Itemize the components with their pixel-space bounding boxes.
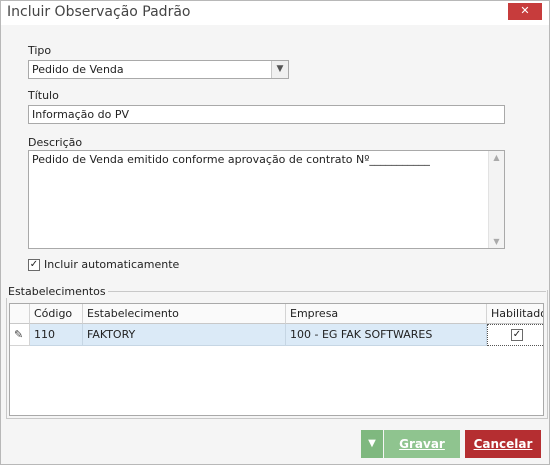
gravar-button[interactable]: Gravar xyxy=(384,430,460,458)
window-title: Incluir Observação Padrão xyxy=(7,4,191,20)
descricao-text: Pedido de Venda emitido conforme aprovaç… xyxy=(32,153,430,166)
titulo-label: Título xyxy=(28,89,59,102)
cancelar-button[interactable]: Cancelar xyxy=(465,430,541,458)
dialog-window: Incluir Observação Padrão ✕ Tipo Pedido … xyxy=(0,0,550,465)
titulo-field-value: Informação do PV xyxy=(32,108,129,121)
pencil-icon: ✎ xyxy=(10,324,30,346)
scroll-up-icon[interactable]: ▲ xyxy=(489,153,504,162)
incluir-automaticamente-label[interactable]: Incluir automaticamente xyxy=(44,258,179,271)
gravar-button-label: Gravar xyxy=(399,437,445,451)
descricao-label: Descrição xyxy=(28,136,83,149)
table-cell-habilitado[interactable]: ✓ xyxy=(487,324,543,346)
table-cell-empresa[interactable]: 100 - EG FAK SOFTWARES xyxy=(286,324,487,346)
table-cell-codigo[interactable]: 110 xyxy=(30,324,83,346)
estabelecimentos-grid: Código Estabelecimento Empresa Habilitad… xyxy=(9,303,544,416)
column-header-estabelecimento[interactable]: Estabelecimento xyxy=(83,304,286,324)
row-indicator-header xyxy=(10,304,30,324)
close-icon: ✕ xyxy=(520,4,530,17)
chevron-down-icon[interactable]: ▼ xyxy=(271,61,288,78)
incluir-automaticamente-checkbox[interactable]: ✓ xyxy=(28,259,40,271)
checkmark-icon: ✓ xyxy=(512,329,522,340)
titulo-field[interactable]: Informação do PV xyxy=(28,105,505,124)
tipo-label: Tipo xyxy=(28,44,52,57)
habilitado-checkbox[interactable]: ✓ xyxy=(511,329,523,341)
save-options-button[interactable]: ▼ xyxy=(361,430,383,458)
table-cell-estabelecimento[interactable]: FAKTORY xyxy=(83,324,286,346)
column-header-habilitado[interactable]: Habilitado xyxy=(487,304,543,324)
title-bar: Incluir Observação Padrão ✕ xyxy=(1,1,549,25)
cancelar-button-label: Cancelar xyxy=(473,437,533,451)
triangle-down-icon: ▼ xyxy=(368,438,376,449)
descricao-textarea[interactable]: Pedido de Venda emitido conforme aprovaç… xyxy=(28,150,505,249)
estabelecimentos-group-title: Estabelecimentos xyxy=(6,285,108,298)
column-header-empresa[interactable]: Empresa xyxy=(286,304,487,324)
column-header-codigo[interactable]: Código xyxy=(30,304,83,324)
tipo-select[interactable]: Pedido de Venda ▼ xyxy=(28,60,289,79)
scroll-down-icon[interactable]: ▼ xyxy=(489,237,504,246)
tipo-select-value: Pedido de Venda xyxy=(32,63,124,76)
close-button[interactable]: ✕ xyxy=(508,3,542,20)
checkmark-icon: ✓ xyxy=(29,259,39,270)
descricao-scrollbar[interactable]: ▲ ▼ xyxy=(488,151,504,248)
